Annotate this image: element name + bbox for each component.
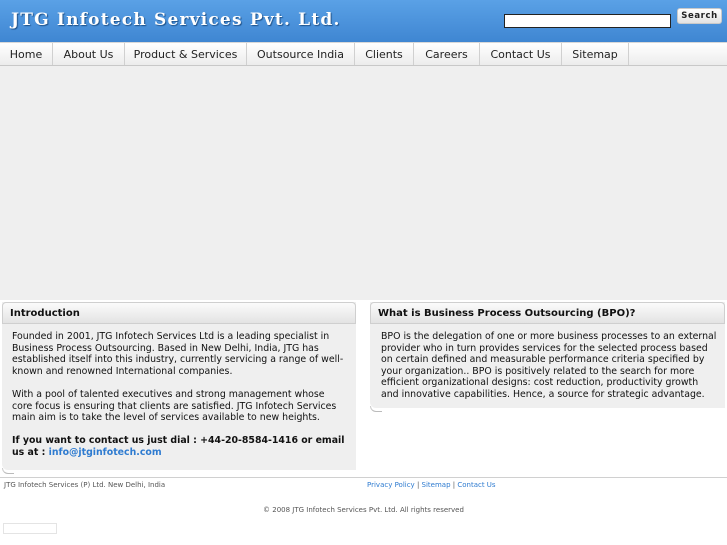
intro-contact-line: If you want to contact us just dial : +4… xyxy=(12,435,347,458)
site-header: JTG Infotech Services Pvt. Ltd. Search xyxy=(0,0,727,42)
nav-item-product-services[interactable]: Product & Services xyxy=(125,43,247,65)
nav-item-about-us[interactable]: About Us xyxy=(53,43,125,65)
banner-area xyxy=(0,66,727,300)
nav-item-home[interactable]: Home xyxy=(0,43,53,65)
bpo-paragraph: BPO is the delegation of one or more bus… xyxy=(381,331,717,400)
footer-link-privacy-policy[interactable]: Privacy Policy xyxy=(367,481,415,489)
bpo-panel: What is Business Process Outsourcing (BP… xyxy=(370,302,725,412)
bpo-body: BPO is the delegation of one or more bus… xyxy=(370,324,725,401)
nav-item-contact-us[interactable]: Contact Us xyxy=(480,43,562,65)
introduction-heading: Introduction xyxy=(2,302,356,324)
panel-corner xyxy=(370,406,382,412)
intro-paragraph-1: Founded in 2001, JTG Infotech Services L… xyxy=(12,331,344,377)
footer-divider xyxy=(0,477,727,478)
nav-item-sitemap[interactable]: Sitemap xyxy=(562,43,629,65)
introduction-panel: Introduction Founded in 2001, JTG Infote… xyxy=(2,302,356,474)
nav-item-clients[interactable]: Clients xyxy=(355,43,414,65)
search-button[interactable]: Search xyxy=(677,8,722,24)
contact-email-link[interactable]: info@jtginfotech.com xyxy=(49,447,162,458)
footer-link-contact-us[interactable]: Contact Us xyxy=(457,481,495,489)
footer-separator: | xyxy=(414,481,422,489)
footer-link-sitemap[interactable]: Sitemap xyxy=(422,481,451,489)
intro-paragraph-2: With a pool of talented executives and s… xyxy=(12,388,337,424)
nav-item-outsource-india[interactable]: Outsource India xyxy=(247,43,355,65)
bpo-heading: What is Business Process Outsourcing (BP… xyxy=(370,302,725,324)
main-nav: Home About Us Product & Services Outsour… xyxy=(0,42,727,66)
site-logo[interactable]: JTG Infotech Services Pvt. Ltd. xyxy=(11,10,341,30)
footer-address: JTG Infotech Services (P) Ltd. New Delhi… xyxy=(4,481,166,489)
introduction-body: Founded in 2001, JTG Infotech Services L… xyxy=(2,324,356,459)
search-input[interactable] xyxy=(504,14,671,28)
footer-copyright: © 2008 JTG Infotech Services Pvt. Ltd. A… xyxy=(263,506,464,514)
panel-corner xyxy=(2,468,14,474)
nav-item-careers[interactable]: Careers xyxy=(414,43,480,65)
footer-links: Privacy Policy | Sitemap | Contact Us xyxy=(367,481,496,489)
footer-badge xyxy=(3,523,57,534)
